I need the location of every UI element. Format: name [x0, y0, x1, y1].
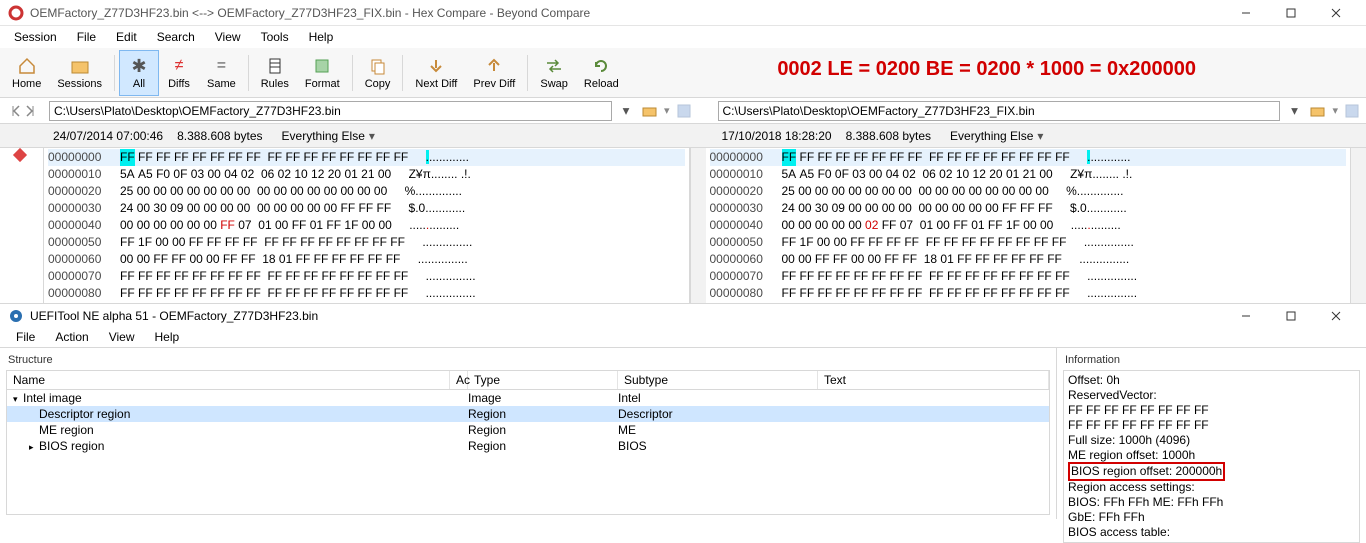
left-scrollbar[interactable]: [690, 148, 706, 303]
reload-button[interactable]: Reload: [576, 50, 627, 96]
rules-button[interactable]: Rules: [253, 50, 297, 96]
thumbnail-gutter[interactable]: [0, 148, 44, 303]
tree-header: Name Ac Type Subtype Text: [6, 370, 1050, 390]
left-hex-pane[interactable]: 00000000FF FF FF FF FF FF FF FF FF FF FF…: [44, 148, 690, 303]
sessions-button[interactable]: Sessions: [49, 50, 110, 96]
right-hex-pane[interactable]: 00000000FF FF FF FF FF FF FF FF FF FF FF…: [706, 148, 1351, 303]
right-save-button[interactable]: [1342, 101, 1362, 121]
menu-session[interactable]: Session: [6, 28, 65, 46]
ut-menu-view[interactable]: View: [101, 328, 143, 346]
ut-maximize-button[interactable]: [1268, 303, 1313, 329]
information-label: Information: [1063, 352, 1360, 370]
right-size: 8.388.608 bytes: [846, 129, 931, 143]
right-open-button[interactable]: [1308, 101, 1328, 121]
home-icon: [16, 55, 38, 77]
left-path-dropdown[interactable]: ▾: [616, 101, 636, 121]
tree-row[interactable]: ▾Intel imageImageIntel: [7, 390, 1049, 406]
structure-label: Structure: [6, 352, 1050, 370]
ut-minimize-button[interactable]: [1223, 303, 1268, 329]
left-date: 24/07/2014 07:00:46: [53, 129, 163, 143]
right-date: 17/10/2018 18:28:20: [722, 129, 832, 143]
file-info-row: 24/07/2014 07:00:46 8.388.608 bytes Ever…: [0, 124, 1366, 148]
bc-titlebar: OEMFactory_Z77D3HF23.bin <--> OEMFactory…: [0, 0, 1366, 26]
ut-menu-help[interactable]: Help: [147, 328, 188, 346]
same-filter-button[interactable]: =Same: [199, 50, 244, 96]
close-button[interactable]: [1313, 0, 1358, 26]
bc-app-icon: [8, 5, 24, 21]
folder-icon: [69, 55, 91, 77]
prev-diff-button[interactable]: Prev Diff: [465, 50, 523, 96]
ut-titlebar: UEFITool NE alpha 51 - OEMFactory_Z77D3H…: [0, 303, 1366, 327]
ut-title: UEFITool NE alpha 51 - OEMFactory_Z77D3H…: [30, 309, 1223, 323]
structure-tree[interactable]: ▾Intel imageImageIntel Descriptor region…: [6, 390, 1050, 515]
menu-view[interactable]: View: [207, 28, 249, 46]
format-icon: [311, 55, 333, 77]
path-row: ▾ ▾ ▾ ▾: [0, 98, 1366, 124]
all-filter-button[interactable]: ✱All: [119, 50, 159, 96]
menu-help[interactable]: Help: [301, 28, 342, 46]
tree-row[interactable]: Descriptor regionRegionDescriptor: [7, 406, 1049, 422]
left-open-button[interactable]: [640, 101, 660, 121]
ut-menu-action[interactable]: Action: [47, 328, 96, 346]
col-ac[interactable]: Ac: [450, 371, 468, 389]
swap-button[interactable]: Swap: [532, 50, 576, 96]
col-text[interactable]: Text: [818, 371, 1049, 389]
next-diff-button[interactable]: Next Diff: [407, 50, 465, 96]
up-arrow-icon: [483, 55, 505, 77]
left-filter-combo[interactable]: Everything Else ▾: [277, 127, 380, 145]
expand-right-icon[interactable]: [25, 104, 35, 118]
ut-menu-file[interactable]: File: [8, 328, 43, 346]
asterisk-icon: ✱: [128, 55, 150, 77]
left-path-input[interactable]: [49, 101, 612, 121]
tree-row[interactable]: ME regionRegionME: [7, 422, 1049, 438]
format-button[interactable]: Format: [297, 50, 348, 96]
ut-menubar: File Action View Help: [0, 327, 1366, 347]
menu-tools[interactable]: Tools: [253, 28, 297, 46]
right-filter-combo[interactable]: Everything Else ▾: [945, 127, 1048, 145]
ut-close-button[interactable]: [1313, 303, 1358, 329]
copy-icon: [367, 55, 389, 77]
right-scrollbar[interactable]: [1350, 148, 1366, 303]
referee-icon: [264, 55, 286, 77]
menu-search[interactable]: Search: [149, 28, 203, 46]
minimize-button[interactable]: [1223, 0, 1268, 26]
copy-button[interactable]: Copy: [357, 50, 399, 96]
expand-left-icon[interactable]: [11, 104, 21, 118]
bc-title: OEMFactory_Z77D3HF23.bin <--> OEMFactory…: [30, 6, 1223, 20]
maximize-button[interactable]: [1268, 0, 1313, 26]
menu-file[interactable]: File: [69, 28, 104, 46]
left-size: 8.388.608 bytes: [177, 129, 262, 143]
bc-toolbar: Home Sessions ✱All ≠Diffs =Same Rules Fo…: [0, 48, 1366, 98]
bc-menubar: Session File Edit Search View Tools Help: [0, 26, 1366, 48]
information-panel: Offset: 0hReservedVector:FF FF FF FF FF …: [1063, 370, 1360, 543]
swap-icon: [543, 55, 565, 77]
col-type[interactable]: Type: [468, 371, 618, 389]
equal-icon: =: [210, 55, 232, 77]
left-save-button[interactable]: [674, 101, 694, 121]
down-arrow-icon: [425, 55, 447, 77]
col-name[interactable]: Name: [7, 371, 450, 389]
right-path-input[interactable]: [718, 101, 1281, 121]
annotation-overlay: 0002 LE = 0200 BE = 0200 * 1000 = 0x2000…: [777, 58, 1196, 81]
hex-compare-area: 00000000FF FF FF FF FF FF FF FF FF FF FF…: [0, 148, 1366, 303]
not-equal-icon: ≠: [168, 55, 190, 77]
home-button[interactable]: Home: [4, 50, 49, 96]
tree-row[interactable]: ▸BIOS regionRegionBIOS: [7, 438, 1049, 454]
diffs-filter-button[interactable]: ≠Diffs: [159, 50, 199, 96]
reload-icon: [590, 55, 612, 77]
col-subtype[interactable]: Subtype: [618, 371, 818, 389]
right-path-dropdown[interactable]: ▾: [1284, 101, 1304, 121]
menu-edit[interactable]: Edit: [108, 28, 145, 46]
ut-app-icon: [8, 308, 24, 324]
